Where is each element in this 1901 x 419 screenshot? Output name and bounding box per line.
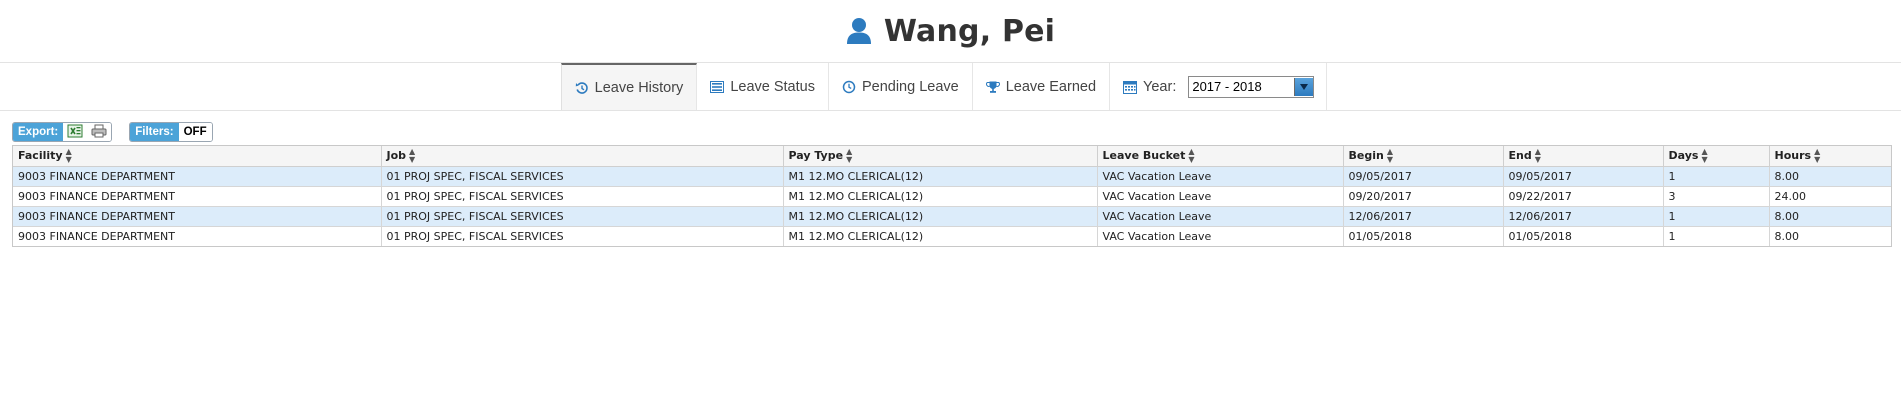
cell-hours: 8.00 <box>1769 166 1891 187</box>
cell-leave-bucket: VAC Vacation Leave <box>1097 206 1344 227</box>
cell-job: 01 PROJ SPEC, FISCAL SERVICES <box>381 226 784 246</box>
toolbar: Export: Filters: OFF <box>0 111 1901 142</box>
table-row[interactable]: 9003 FINANCE DEPARTMENT 01 PROJ SPEC, FI… <box>13 226 1891 246</box>
cell-days: 1 <box>1663 206 1770 227</box>
tab-leave-history-label: Leave History <box>594 79 684 96</box>
tab-leave-earned[interactable]: Leave Earned <box>972 63 1111 110</box>
status-list-icon <box>710 80 725 94</box>
cell-facility: 9003 FINANCE DEPARTMENT <box>13 226 382 246</box>
year-select-value: 2017 - 2018 <box>1192 79 1262 94</box>
sort-icon: ▲ ▼ <box>1814 147 1821 164</box>
filters-toggle[interactable]: Filters: OFF <box>129 122 213 142</box>
cell-job: 01 PROJ SPEC, FISCAL SERVICES <box>381 186 784 207</box>
column-header-pay-type[interactable]: Pay Type ▲ ▼ <box>783 146 1098 167</box>
tab-list: Leave History Leave Status Pending Leave… <box>560 63 1328 110</box>
cell-pay-type: M1 12.MO CLERICAL(12) <box>783 186 1098 207</box>
tab-pending-leave[interactable]: Pending Leave <box>828 63 973 110</box>
column-header-leave-bucket[interactable]: Leave Bucket ▲ ▼ <box>1097 146 1344 167</box>
cell-facility: 9003 FINANCE DEPARTMENT <box>13 166 382 187</box>
clock-icon <box>842 80 856 94</box>
column-header-facility[interactable]: Facility ▲ ▼ <box>13 146 382 167</box>
sort-icon: ▲ ▼ <box>846 147 853 164</box>
cell-begin: 01/05/2018 <box>1343 226 1504 246</box>
filters-state[interactable]: OFF <box>178 123 212 141</box>
cell-facility: 9003 FINANCE DEPARTMENT <box>13 186 382 207</box>
cell-leave-bucket: VAC Vacation Leave <box>1097 186 1344 207</box>
cell-days: 1 <box>1663 226 1770 246</box>
table-header-row: Facility ▲ ▼ Job ▲ ▼ Pay Type ▲ ▼ Leave Bucket… <box>13 146 1891 167</box>
cell-job: 01 PROJ SPEC, FISCAL SERVICES <box>381 166 784 187</box>
sort-icon: ▲ ▼ <box>1188 147 1195 164</box>
cell-pay-type: M1 12.MO CLERICAL(12) <box>783 166 1098 187</box>
sort-icon: ▲ ▼ <box>409 147 416 164</box>
sort-icon: ▲ ▼ <box>65 147 72 164</box>
cell-begin: 12/06/2017 <box>1343 206 1504 227</box>
sort-icon: ▲ ▼ <box>1386 147 1393 164</box>
column-header-end[interactable]: End ▲ ▼ <box>1503 146 1664 167</box>
excel-icon <box>67 124 83 141</box>
cell-days: 1 <box>1663 166 1770 187</box>
cell-pay-type: M1 12.MO CLERICAL(12) <box>783 206 1098 227</box>
tab-leave-status-label: Leave Status <box>730 78 815 95</box>
year-select[interactable]: 2017 - 2018 <box>1188 75 1315 98</box>
table-row[interactable]: 9003 FINANCE DEPARTMENT 01 PROJ SPEC, FI… <box>13 206 1891 227</box>
cell-hours: 8.00 <box>1769 206 1891 227</box>
history-icon <box>575 81 589 95</box>
column-header-days[interactable]: Days ▲ ▼ <box>1663 146 1770 167</box>
export-label: Export: <box>13 123 64 141</box>
tab-leave-status[interactable]: Leave Status <box>697 63 829 110</box>
cell-hours: 24.00 <box>1769 186 1891 207</box>
column-header-begin[interactable]: Begin ▲ ▼ <box>1343 146 1504 167</box>
printer-icon <box>91 124 107 141</box>
sort-icon: ▲ ▼ <box>1701 147 1708 164</box>
column-header-hours[interactable]: Hours ▲ ▼ <box>1769 146 1891 167</box>
cell-hours: 8.00 <box>1774 230 1800 243</box>
cell-end: 09/05/2017 <box>1503 166 1664 187</box>
table-row[interactable]: 9003 FINANCE DEPARTMENT 01 PROJ SPEC, FI… <box>13 166 1891 187</box>
cell-leave-bucket: VAC Vacation Leave <box>1097 226 1344 246</box>
export-group: Export: <box>12 122 113 142</box>
year-label: Year: <box>1143 78 1177 95</box>
page-header: Wang, Pei <box>0 0 1901 63</box>
user-icon <box>846 17 872 45</box>
filters-label: Filters: <box>130 123 179 141</box>
cell-end: 09/22/2017 <box>1503 186 1664 207</box>
chevron-down-icon[interactable] <box>1294 77 1314 96</box>
cell-pay-type: M1 12.MO CLERICAL(12) <box>783 226 1098 246</box>
cell-job: 01 PROJ SPEC, FISCAL SERVICES <box>381 206 784 227</box>
calendar-icon <box>1123 80 1138 94</box>
cell-end: 12/06/2017 <box>1503 206 1664 227</box>
tab-leave-earned-label: Leave Earned <box>1005 78 1097 95</box>
page-title: Wang, Pei <box>883 13 1056 49</box>
sort-icon: ▲ ▼ <box>1534 147 1541 164</box>
cell-begin: 09/05/2017 <box>1343 166 1504 187</box>
table-row[interactable]: 9003 FINANCE DEPARTMENT 01 PROJ SPEC, FI… <box>13 186 1891 207</box>
column-header-job[interactable]: Job ▲ ▼ <box>381 146 784 167</box>
year-filter: Year: 2017 - 2018 <box>1110 63 1328 110</box>
excel-export-button[interactable] <box>63 123 88 141</box>
print-button[interactable] <box>87 123 112 141</box>
tab-pending-leave-label: Pending Leave <box>861 78 959 95</box>
tab-leave-history[interactable]: Leave History <box>560 63 698 110</box>
cell-end: 01/05/2018 <box>1503 226 1664 246</box>
tabs-bar: Leave History Leave Status Pending Leave… <box>0 63 1901 111</box>
cell-days: 3 <box>1663 186 1770 207</box>
cell-leave-bucket: VAC Vacation Leave <box>1097 166 1344 187</box>
cell-facility: 9003 FINANCE DEPARTMENT <box>13 206 382 227</box>
trophy-icon <box>985 80 1000 94</box>
cell-begin: 09/20/2017 <box>1343 186 1504 207</box>
leave-history-table: Facility ▲ ▼ Job ▲ ▼ Pay Type ▲ ▼ Leave Bucket… <box>12 145 1892 247</box>
